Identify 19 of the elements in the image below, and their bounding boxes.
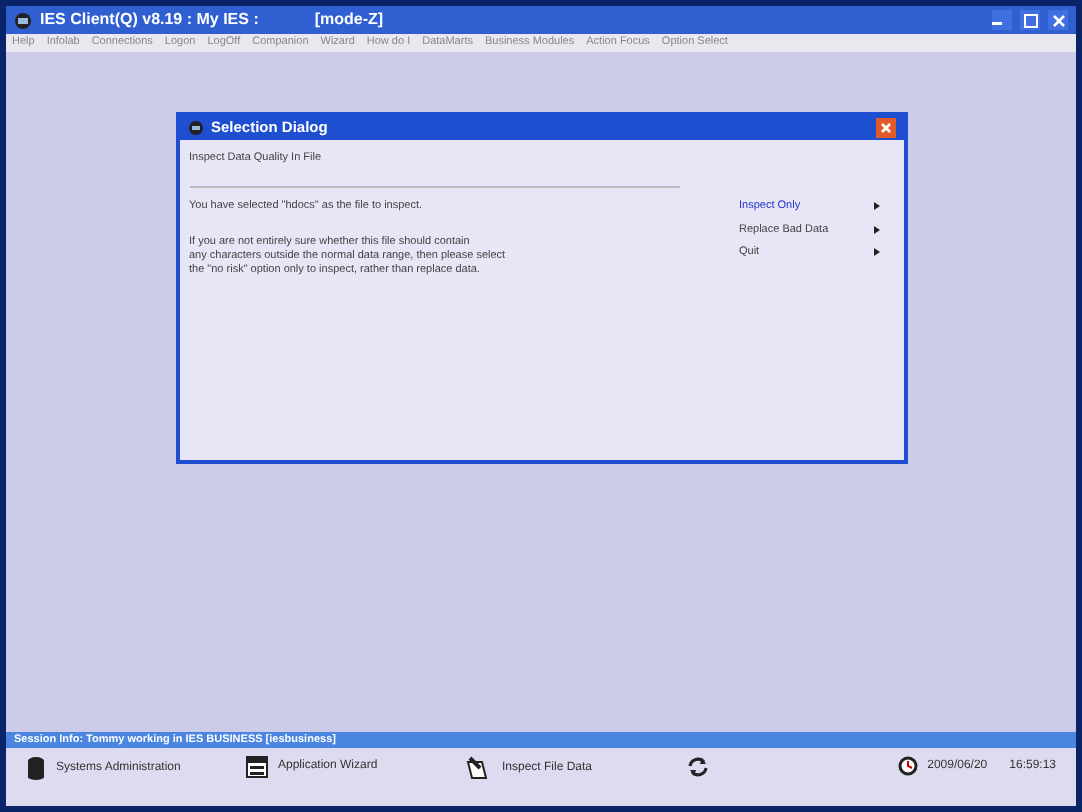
- close-button[interactable]: [1048, 10, 1068, 30]
- app-icon: [14, 11, 32, 29]
- refresh-icon: [686, 756, 710, 778]
- arrow-icon: [873, 202, 879, 211]
- app-icon: [187, 120, 203, 136]
- clock-icon: [897, 756, 918, 776]
- database-icon: [26, 756, 46, 780]
- arrow-icon: [873, 247, 879, 256]
- window-title: IES Client(Q) v8.19 : My IES :: [40, 8, 259, 32]
- document-pen-icon: [466, 756, 492, 780]
- arrow-icon: [873, 225, 879, 234]
- close-icon: [879, 122, 891, 134]
- window-icon: [246, 756, 268, 778]
- maximize-icon: [1023, 13, 1037, 27]
- close-icon: [1051, 13, 1065, 27]
- minimize-button[interactable]: [992, 10, 1012, 30]
- window-mode: [mode-Z]: [314, 8, 384, 32]
- close-button[interactable]: [875, 118, 895, 138]
- maximize-button[interactable]: [1020, 10, 1040, 30]
